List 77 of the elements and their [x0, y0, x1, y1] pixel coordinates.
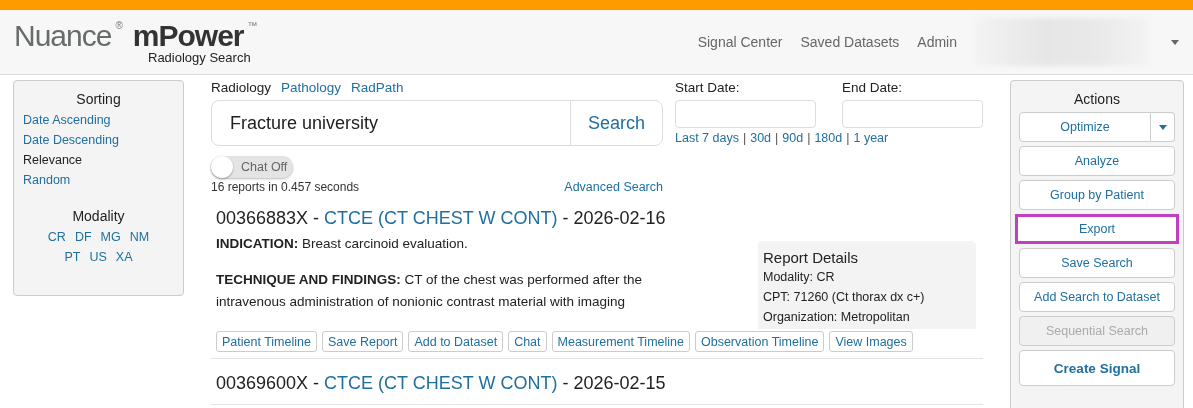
- search-tab[interactable]: Radiology: [211, 80, 272, 96]
- optimize-button[interactable]: Optimize: [1019, 112, 1151, 142]
- detail-line: CPT: 71260 (Ct thorax dx c+): [763, 289, 926, 306]
- accession-number: 00366883X: [216, 208, 309, 229]
- sort-option[interactable]: Date Ascending: [23, 112, 183, 128]
- sidebar-title: Modality: [71, 208, 126, 224]
- detail-line: Modality: CR: [763, 269, 836, 286]
- action-button[interactable]: Analyze: [1019, 146, 1175, 176]
- results-stats: 16 reports in 0.457 seconds: [211, 180, 360, 194]
- sidebar-title: Sorting: [75, 91, 122, 107]
- date-preset-link[interactable]: 90d: [782, 131, 804, 145]
- accession-number: 00369600X: [216, 373, 309, 394]
- app-subtitle: Radiology Search: [148, 49, 251, 65]
- advanced-search-link[interactable]: Advanced Search: [564, 180, 663, 194]
- search-tab[interactable]: Pathology: [281, 80, 342, 96]
- caret-icon: [1158, 124, 1167, 130]
- modality-link[interactable]: NM: [129, 229, 150, 245]
- trademark-mark: ™: [247, 19, 258, 32]
- separator-dash: -: [313, 373, 320, 394]
- modality-link[interactable]: XA: [115, 249, 133, 265]
- start-date-field[interactable]: [675, 100, 816, 128]
- report-action-button[interactable]: Patient Timeline: [216, 331, 317, 352]
- divider-text: |: [742, 131, 747, 145]
- product-name: mPower: [132, 19, 244, 52]
- search-tab[interactable]: RadPath: [351, 80, 404, 96]
- modality-link[interactable]: PT: [64, 249, 81, 265]
- end-date-label: End Date:: [842, 80, 904, 96]
- action-button[interactable]: Save Search: [1019, 248, 1175, 278]
- separator-dash: -: [313, 208, 320, 229]
- end-date-field[interactable]: [842, 100, 983, 128]
- action-button[interactable]: Export: [1015, 214, 1179, 244]
- dropdown-caret-button[interactable]: [1151, 112, 1175, 142]
- report-date: 2026-02-16: [573, 208, 666, 229]
- sort-option[interactable]: Date Descending: [23, 132, 183, 148]
- report-paragraph: INDICATION: Breast carcinoid evaluation.: [216, 235, 469, 253]
- search-button[interactable]: Search: [570, 101, 662, 145]
- action-button: Sequential Search: [1019, 316, 1175, 346]
- date-preset-link[interactable]: Last 7 days: [675, 131, 739, 145]
- start-date-label: Start Date:: [675, 80, 741, 96]
- report-action-button[interactable]: Measurement Timeline: [551, 331, 690, 352]
- date-preset-link[interactable]: 180d: [814, 131, 843, 145]
- date-preset-link[interactable]: 1 year: [853, 131, 889, 145]
- modality-link[interactable]: CR: [47, 229, 66, 245]
- report-paragraph: TECHNIQUE AND FINDINGS: CT of the chest was performed after the intravenous administration of nonionic contrast material with imaging: [216, 271, 644, 311]
- action-button[interactable]: Add Search to Dataset: [1019, 282, 1175, 312]
- exam-link[interactable]: CTCE (CT CHEST W CONT): [324, 208, 558, 229]
- divider-text: |: [807, 131, 811, 145]
- details-title: Report Details: [763, 249, 860, 267]
- report-action-button[interactable]: Chat: [508, 331, 547, 352]
- brand-name: Nuance: [14, 19, 112, 52]
- divider-text: |: [846, 131, 850, 145]
- registered-mark: ®: [115, 19, 123, 32]
- modality-link[interactable]: DF: [74, 229, 92, 245]
- modality-link[interactable]: US: [89, 249, 107, 265]
- report-action-button[interactable]: Add to Dataset: [408, 331, 504, 352]
- search-field[interactable]: Fracture university Search: [211, 100, 663, 146]
- actions-title: Actions: [1073, 91, 1121, 107]
- detail-line: Organization: Metropolitan: [763, 309, 911, 326]
- divider-text: |: [775, 131, 779, 145]
- caret-icon[interactable]: [1171, 39, 1179, 45]
- nav-link[interactable]: Admin: [917, 34, 957, 50]
- report-action-button[interactable]: View Images: [829, 331, 913, 352]
- sort-option[interactable]: Random: [23, 172, 183, 188]
- nav-link[interactable]: Signal Center: [697, 34, 783, 50]
- sort-option[interactable]: Relevance: [23, 152, 183, 168]
- report-date: 2026-02-15: [573, 373, 666, 394]
- exam-link[interactable]: CTCE (CT CHEST W CONT): [324, 373, 558, 394]
- modality-link[interactable]: MG: [100, 229, 121, 245]
- date-preset-link[interactable]: 30d: [750, 131, 772, 145]
- nav-link[interactable]: Saved Datasets: [800, 34, 900, 50]
- separator-dash: -: [562, 208, 569, 229]
- separator-dash: -: [562, 373, 569, 394]
- chat-toggle[interactable]: Chat Off: [211, 156, 294, 178]
- report-action-button[interactable]: Observation Timeline: [695, 331, 825, 352]
- report-action-button[interactable]: Save Report: [321, 331, 404, 352]
- action-button[interactable]: Group by Patient: [1019, 180, 1175, 210]
- action-button[interactable]: Create Signal: [1019, 350, 1175, 386]
